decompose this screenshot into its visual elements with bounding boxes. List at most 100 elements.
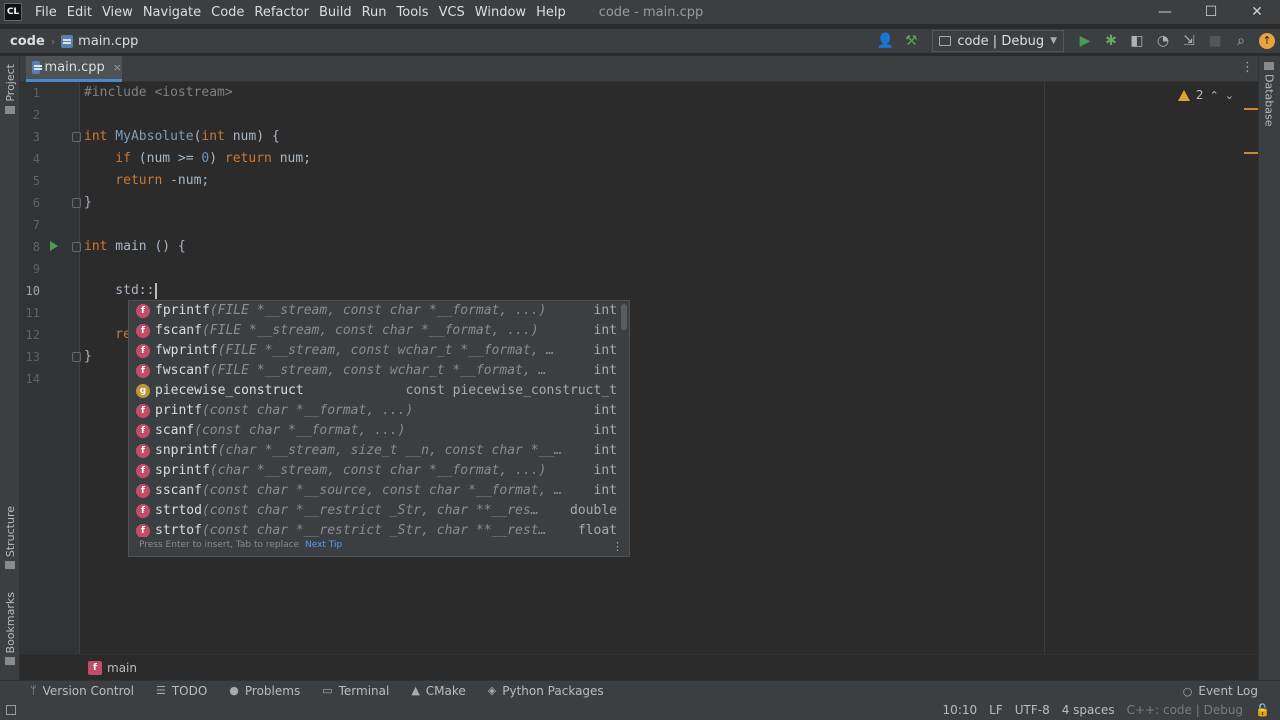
breadcrumb-project[interactable]: code xyxy=(10,34,45,49)
menu-build[interactable]: Build xyxy=(314,5,357,20)
fold-marker-icon[interactable] xyxy=(72,198,81,208)
todo-tab[interactable]: ☰ TODO xyxy=(156,684,207,698)
menu-vcs[interactable]: VCS xyxy=(434,5,470,20)
project-tool-tab[interactable]: Project xyxy=(0,64,20,114)
completion-item[interactable]: f fwscanf(FILE *__stream, const wchar_t *… xyxy=(129,361,621,381)
menu-edit[interactable]: Edit xyxy=(62,5,97,20)
function-icon: f xyxy=(136,404,150,418)
line-separator[interactable]: LF xyxy=(989,703,1003,717)
minimize-button[interactable]: — xyxy=(1142,0,1188,24)
code-line-10: std:: xyxy=(84,280,158,302)
fold-marker-icon[interactable] xyxy=(72,242,81,252)
event-log-tab[interactable]: ○ Event Log xyxy=(1183,681,1258,701)
variable-icon: g xyxy=(136,384,150,398)
completion-scrollbar[interactable] xyxy=(621,304,627,330)
chevron-down-icon[interactable]: ⌄ xyxy=(1225,89,1234,102)
line-number: 11 xyxy=(25,306,40,320)
line-number: 8 xyxy=(32,240,40,254)
close-window-button[interactable]: ✕ xyxy=(1234,0,1280,24)
completion-item[interactable]: f fprintf(FILE *__stream, const char *__f… xyxy=(129,301,621,321)
app-logo: CL xyxy=(4,3,22,21)
run-gutter-icon[interactable] xyxy=(50,241,58,251)
run-icon[interactable]: ▶ xyxy=(1074,30,1096,52)
breadcrumb-function[interactable]: f main xyxy=(88,660,137,675)
left-tool-strip: Project Structure Bookmarks xyxy=(0,56,20,680)
completion-item[interactable]: f strtod(const char *__restrict _Str, cha… xyxy=(129,501,621,521)
editor-gutter: 1 2 3 4 5 6 7 8 9 10 11 12 13 14 xyxy=(20,82,81,654)
update-icon[interactable]: ↑ xyxy=(1256,30,1278,52)
menu-tools[interactable]: Tools xyxy=(392,5,434,20)
completion-hint: Press Enter to insert, Tab to replace xyxy=(139,540,300,550)
completion-item[interactable]: f fwprintf(FILE *__stream, const wchar_t … xyxy=(129,341,621,361)
menu-file[interactable]: File xyxy=(30,5,62,20)
debug-bug-icon[interactable]: ✱ xyxy=(1100,30,1122,52)
window-controls: — ☐ ✕ xyxy=(1142,0,1280,24)
menu-navigate[interactable]: Navigate xyxy=(138,5,206,20)
fold-marker-icon[interactable] xyxy=(72,132,81,142)
terminal-tab[interactable]: ▭ Terminal xyxy=(322,684,389,698)
profile-icon[interactable]: ◔ xyxy=(1152,30,1174,52)
function-icon: f xyxy=(136,424,150,438)
menu-code[interactable]: Code xyxy=(206,5,249,20)
python-packages-tab[interactable]: ◈ Python Packages xyxy=(488,684,604,698)
warning-stripe-marker[interactable] xyxy=(1244,152,1258,154)
completion-item[interactable]: f sprintf(char *__stream, const char *__f… xyxy=(129,461,621,481)
menu-run[interactable]: Run xyxy=(357,5,392,20)
build-hammer-icon[interactable]: ⚒ xyxy=(900,30,922,52)
caret-position[interactable]: 10:10 xyxy=(943,703,978,717)
completion-item[interactable]: f fscanf(FILE *__stream, const char *__fo… xyxy=(129,321,621,341)
version-control-tab[interactable]: ᛘ Version Control xyxy=(30,684,134,698)
cmake-icon: ▲ xyxy=(411,684,420,697)
attach-process-icon[interactable]: ⇲ xyxy=(1178,30,1200,52)
completion-item[interactable]: f snprintf(char *__stream, size_t __n, co… xyxy=(129,441,621,461)
menu-view[interactable]: View xyxy=(97,5,138,20)
navigation-bar: code › main.cpp 👤 ⚒ code | Debug ▼ ▶ ✱ ◧… xyxy=(0,29,1280,53)
warning-icon xyxy=(1177,89,1190,101)
database-tool-tab[interactable]: Database xyxy=(1259,62,1279,127)
breadcrumb-file[interactable]: main.cpp xyxy=(61,34,138,49)
search-icon[interactable]: ⌕ xyxy=(1230,30,1252,52)
coverage-icon[interactable]: ◧ xyxy=(1126,30,1148,52)
bookmarks-tool-tab[interactable]: Bookmarks xyxy=(0,592,20,666)
completion-footer: Press Enter to insert, Tab to replace Ne… xyxy=(129,535,629,556)
file-encoding[interactable]: UTF-8 xyxy=(1015,703,1050,717)
code-line-13: } xyxy=(84,349,92,364)
function-icon: f xyxy=(136,364,150,378)
close-tab-icon[interactable]: × xyxy=(113,61,122,74)
lock-icon[interactable]: 🔓 xyxy=(1255,703,1270,717)
function-icon: f xyxy=(136,444,150,458)
problems-tab[interactable]: ● Problems xyxy=(229,684,300,698)
completion-item[interactable]: f printf(const char *__format, ...) int xyxy=(129,401,621,421)
indent-setting[interactable]: 4 spaces xyxy=(1062,703,1115,717)
maximize-button[interactable]: ☐ xyxy=(1188,0,1234,24)
menu-help[interactable]: Help xyxy=(531,5,571,20)
completion-item[interactable]: f scanf(const char *__format, ...) int xyxy=(129,421,621,441)
chevron-up-icon[interactable]: ⌃ xyxy=(1210,89,1219,102)
menu-window[interactable]: Window xyxy=(470,5,531,20)
completion-item[interactable]: g piecewise_construct const piecewise_cons… xyxy=(129,381,621,401)
fold-marker-icon[interactable] xyxy=(72,352,81,362)
completion-item[interactable]: f sscanf(const char *__source, const char… xyxy=(129,481,621,501)
function-icon: f xyxy=(88,660,102,675)
tool-window-bar: ᛘ Version Control ☰ TODO ● Problems ▭ Termin… xyxy=(0,680,1280,700)
line-number: 2 xyxy=(32,108,40,122)
run-configuration-select[interactable]: code | Debug ▼ xyxy=(932,30,1064,52)
database-tool-label: Database xyxy=(1262,74,1276,127)
menu-refactor[interactable]: Refactor xyxy=(249,5,314,20)
structure-tool-tab[interactable]: Structure xyxy=(0,506,20,570)
more-vertical-icon[interactable]: ⋮ xyxy=(612,540,623,553)
chevron-down-icon: ▼ xyxy=(1050,36,1057,46)
stop-icon[interactable]: ■ xyxy=(1204,30,1226,52)
inspection-widget[interactable]: 2 ⌃ ⌄ xyxy=(1177,88,1234,102)
resolve-context[interactable]: C++: code | Debug xyxy=(1127,703,1243,717)
project-tool-label: Project xyxy=(3,64,17,102)
code-line-3: int MyAbsolute(int num) { xyxy=(84,129,280,144)
next-tip-link[interactable]: Next Tip xyxy=(305,540,342,550)
code-line-1: #include <iostream> xyxy=(84,85,233,100)
warning-stripe-marker[interactable] xyxy=(1244,108,1258,110)
more-vertical-icon[interactable]: ⋮ xyxy=(1241,60,1254,75)
user-icon[interactable]: 👤 xyxy=(874,30,896,52)
toggle-tool-windows-icon[interactable] xyxy=(6,705,16,715)
cmake-tab[interactable]: ▲ CMake xyxy=(411,684,465,698)
tab-main-cpp[interactable]: main.cpp × xyxy=(26,56,122,82)
